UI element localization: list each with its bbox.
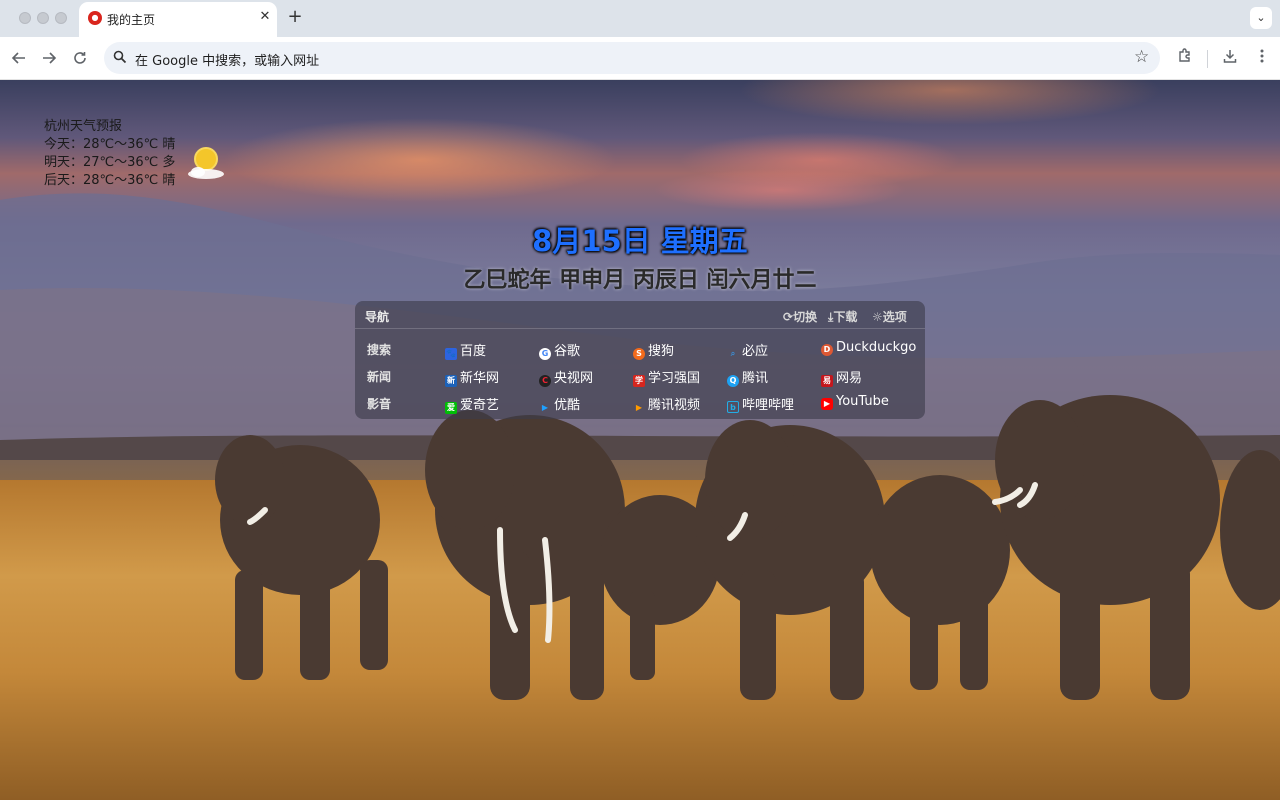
navigation-panel: 导航 ⟳切换 ⤓下载 ☼选项 搜索 🐾 百度 G 谷歌 S 搜狗 ⌕ 必应 D Duckd… <box>355 301 925 419</box>
site-duckduckgo[interactable]: D Duckduckgo <box>821 340 916 357</box>
site-label: 搜狗 <box>648 344 675 359</box>
minimize-window-button[interactable] <box>37 12 49 24</box>
elephant-herd-image <box>215 395 1280 700</box>
new-tab-button[interactable]: + <box>285 7 305 29</box>
extensions-icon[interactable] <box>1174 47 1196 69</box>
site-label: 百度 <box>460 344 487 359</box>
browser-toolbar: 在 Google 中搜索，或输入网址 ☆ <box>0 37 1280 80</box>
zoom-window-button[interactable] <box>55 12 67 24</box>
site-label: 爱奇艺 <box>460 398 500 413</box>
reload-icon[interactable] <box>69 47 91 69</box>
options-label: 选项 <box>882 310 907 324</box>
download-button[interactable]: ⤓下载 <box>828 308 857 325</box>
site-baidu[interactable]: 🐾 百度 <box>445 340 487 360</box>
lunar-date: 乙巳蛇年 甲申月 丙辰日 闰六月廿二 <box>463 268 817 293</box>
sun-cloud-icon <box>188 147 224 179</box>
cctv-icon: C <box>539 375 551 387</box>
tab-search-button[interactable]: ⌄ <box>1250 7 1272 29</box>
tencent-icon: Q <box>727 375 739 387</box>
weather-widget[interactable]: 杭州天气预报 今天：28℃～36℃ 晴 明天：27℃～36℃ 多 后天：28℃～… <box>44 118 175 190</box>
site-label: 谷歌 <box>554 344 581 359</box>
site-tencent[interactable]: Q 腾讯 <box>727 367 769 387</box>
download-label: 下载 <box>833 310 858 324</box>
netease-icon: 易 <box>821 375 833 387</box>
xinhua-icon: 新 <box>445 375 457 387</box>
refresh-icon: ⟳ <box>783 310 794 324</box>
site-bing[interactable]: ⌕ 必应 <box>727 340 769 359</box>
navigation-title: 导航 <box>365 310 390 324</box>
site-label: 央视网 <box>554 371 594 386</box>
nav-row-news: 新闻 新新华网 C 央视网 学学习强国 Q 腾讯 易网易 <box>355 365 925 387</box>
site-label: 哔哩哔哩 <box>742 398 795 413</box>
site-label: YouTube <box>836 394 889 409</box>
tab-close-button[interactable]: ✕ <box>256 8 274 26</box>
site-youtube[interactable]: ▶ YouTube <box>821 394 889 411</box>
gear-icon: ☼ <box>872 310 883 324</box>
site-label: 腾讯 <box>742 371 769 386</box>
bing-icon: ⌕ <box>730 349 736 358</box>
tab-strip: ● 我的主页 ✕ + ⌄ <box>0 0 1280 37</box>
menu-icon[interactable] <box>1251 47 1273 69</box>
site-label: 必应 <box>742 344 769 359</box>
nav-row-video: 影音 爱爱奇艺 ▶ 优酷 ▶ 腾讯视频 b 哔哩哔哩 ▶ YouTube <box>355 392 925 414</box>
weather-today: 今天：28℃～36℃ 晴 <box>44 137 176 152</box>
weather-title: 杭州天气预报 <box>44 119 123 134</box>
xuexi-icon: 学 <box>633 375 645 387</box>
site-label: 腾讯视频 <box>648 398 701 413</box>
download-icon[interactable] <box>1219 47 1241 69</box>
switch-label: 切换 <box>793 310 818 324</box>
weather-day-after: 后天：28℃～36℃ 晴 <box>44 173 176 188</box>
switch-button[interactable]: ⟳切换 <box>783 308 817 325</box>
options-button[interactable]: ☼选项 <box>872 308 907 325</box>
site-xinhua[interactable]: 新新华网 <box>445 367 500 387</box>
site-sogou[interactable]: S 搜狗 <box>633 340 675 360</box>
site-bilibili[interactable]: b 哔哩哔哩 <box>727 394 795 413</box>
site-iqiyi[interactable]: 爱爱奇艺 <box>445 394 500 414</box>
site-label: Duckduckgo <box>836 340 917 355</box>
forward-icon[interactable] <box>38 47 60 69</box>
site-cctv[interactable]: C 央视网 <box>539 367 594 387</box>
duckduckgo-icon: D <box>821 344 833 356</box>
back-icon[interactable] <box>8 47 30 69</box>
nav-row-search: 搜索 🐾 百度 G 谷歌 S 搜狗 ⌕ 必应 D Duckduckgo <box>355 338 925 360</box>
site-google[interactable]: G 谷歌 <box>539 340 581 360</box>
site-xuexi[interactable]: 学学习强国 <box>633 367 701 387</box>
row-label: 影音 <box>367 397 392 411</box>
baidu-icon: 🐾 <box>445 348 457 360</box>
address-bar[interactable]: 在 Google 中搜索，或输入网址 ☆ <box>104 42 1160 74</box>
iqiyi-icon: 爱 <box>445 402 457 414</box>
tab-favicon-icon: ● <box>88 11 102 25</box>
bookmark-star-icon[interactable]: ☆ <box>1134 47 1149 67</box>
row-label: 搜索 <box>367 343 392 357</box>
site-label: 新华网 <box>460 371 500 386</box>
site-tencent-video[interactable]: ▶ 腾讯视频 <box>633 394 701 413</box>
site-label: 优酷 <box>554 398 581 413</box>
homepage: 杭州天气预报 今天：28℃～36℃ 晴 明天：27℃～36℃ 多 后天：28℃～… <box>0 80 1280 800</box>
tab-title: 我的主页 <box>107 13 156 27</box>
search-icon <box>113 50 127 64</box>
google-icon: G <box>539 348 551 360</box>
navigation-header: 导航 ⟳切换 ⤓下载 ☼选项 <box>355 301 925 329</box>
weather-tomorrow: 明天：27℃～36℃ 多 <box>44 155 176 170</box>
active-tab[interactable]: ● 我的主页 ✕ <box>79 2 277 37</box>
close-window-button[interactable] <box>19 12 31 24</box>
address-bar-placeholder: 在 Google 中搜索，或输入网址 <box>135 54 320 69</box>
site-label: 学习强国 <box>648 371 701 386</box>
youtube-icon: ▶ <box>821 398 833 410</box>
solar-date: 8月15日 星期五 <box>532 224 748 258</box>
youku-icon: ▶ <box>541 403 549 412</box>
toolbar-divider <box>1207 50 1208 68</box>
bilibili-icon: b <box>727 401 739 413</box>
row-label: 新闻 <box>367 370 392 384</box>
tencent-video-icon: ▶ <box>635 403 643 412</box>
sogou-icon: S <box>633 348 645 360</box>
site-netease[interactable]: 易网易 <box>821 367 863 387</box>
site-youku[interactable]: ▶ 优酷 <box>539 394 581 413</box>
site-label: 网易 <box>836 371 863 386</box>
